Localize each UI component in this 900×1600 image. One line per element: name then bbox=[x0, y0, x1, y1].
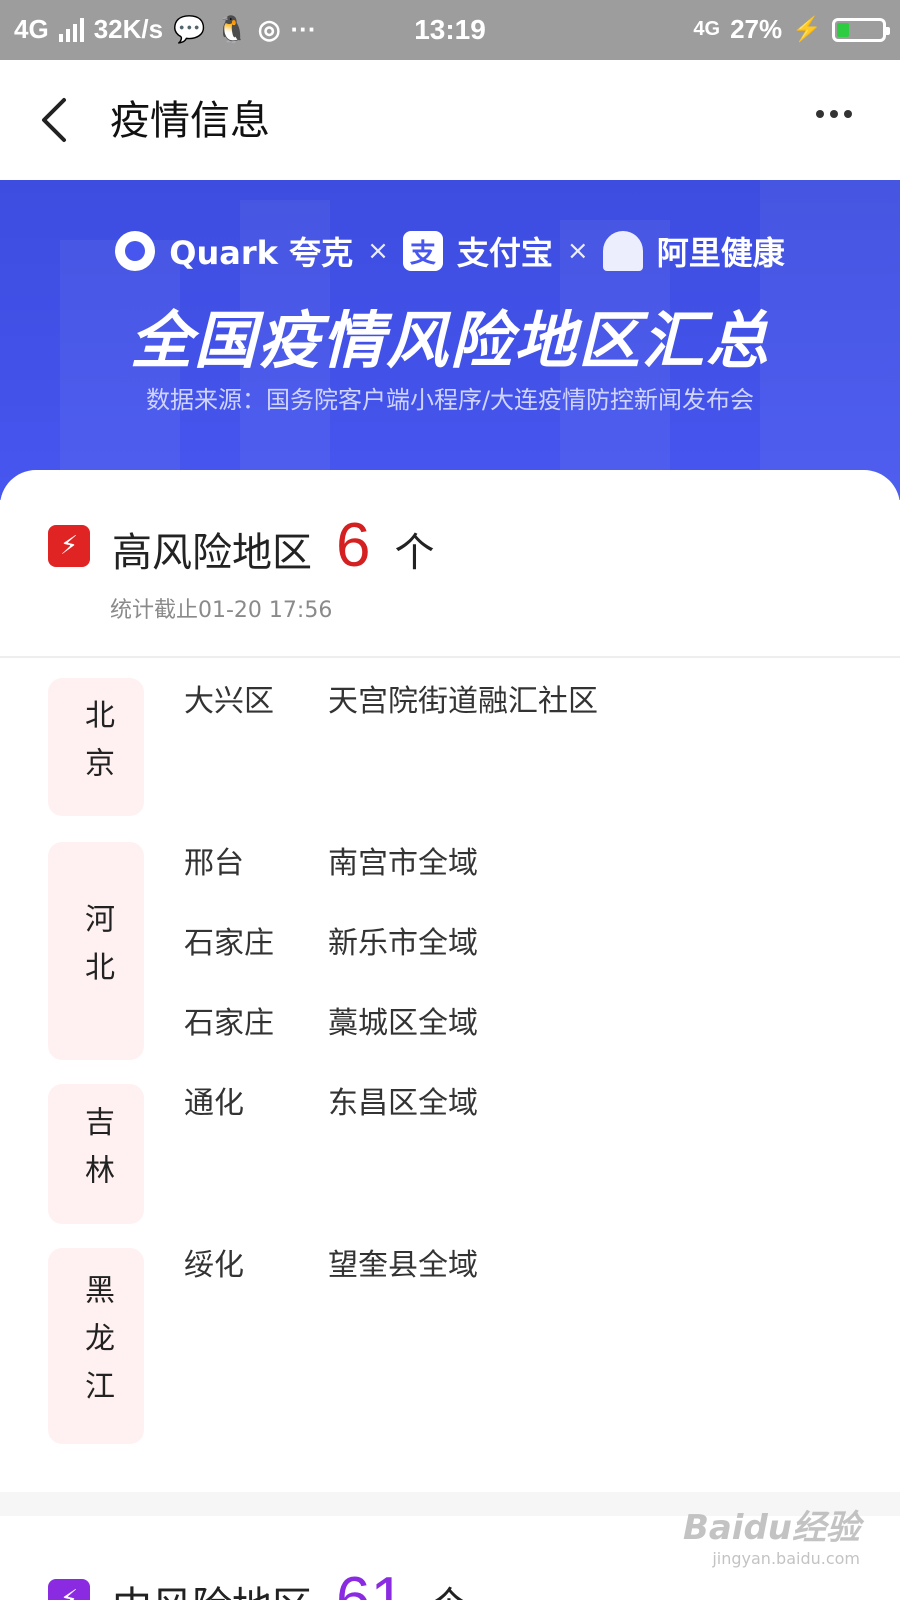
area-name: 东昌区全域 bbox=[328, 1086, 478, 1121]
banner-title: 全国疫情风险地区汇总 bbox=[129, 304, 770, 377]
ali-health-logo-icon bbox=[602, 231, 643, 271]
medium-risk-label: 中风险地区 bbox=[112, 1574, 312, 1600]
city-name: 通化 bbox=[184, 1086, 244, 1121]
city-name: 石家庄 bbox=[184, 926, 274, 961]
medium-risk-unit: 个 bbox=[429, 1574, 469, 1600]
area-name: 藁城区全域 bbox=[328, 1006, 478, 1041]
medium-risk-header: ⚡ 中风险地区 61 个 bbox=[48, 1564, 469, 1600]
more-dot-icon bbox=[830, 110, 838, 118]
city-name: 邢台 bbox=[184, 846, 244, 881]
province-name: 黑龙江 bbox=[79, 1274, 114, 1418]
times-separator: × bbox=[367, 236, 389, 266]
high-risk-header: ⚡ 高风险地区 6 个 bbox=[48, 510, 434, 581]
quark-logo-icon bbox=[115, 231, 156, 271]
update-time: 统计截止01-20 17:56 bbox=[110, 598, 333, 623]
banner: Quark 夸克 × 支 支付宝 × 阿里健康 全国疫情风险地区汇总 数据来源：… bbox=[0, 180, 900, 500]
city-name: 绥化 bbox=[184, 1248, 244, 1283]
province-name: 吉林 bbox=[79, 1106, 114, 1202]
province-tag: 河北 bbox=[48, 842, 144, 1060]
high-risk-unit: 个 bbox=[394, 530, 435, 576]
charging-icon: ⚡ bbox=[792, 16, 822, 43]
alipay-logo-icon: 支 bbox=[402, 231, 443, 271]
partner-logos: Quark 夸克 × 支 支付宝 × 阿里健康 bbox=[0, 228, 900, 274]
watermark: Baidu经验 jingyan.baidu.com bbox=[683, 1500, 860, 1568]
high-risk-label: 高风险地区 bbox=[112, 530, 312, 576]
city-name: 石家庄 bbox=[184, 1006, 274, 1041]
province-tag: 北京 bbox=[48, 678, 144, 816]
network-right-label: 4G bbox=[693, 18, 721, 40]
area-name: 望奎县全域 bbox=[328, 1248, 478, 1283]
lightning-icon: ⚡ bbox=[48, 1578, 90, 1600]
more-dot-icon bbox=[844, 110, 852, 118]
times-separator: × bbox=[566, 236, 589, 266]
status-bar: 4G 32K/s 💬 🐧 ◎ ··· 13:19 4G 27% ⚡ bbox=[0, 0, 900, 60]
battery-percent: 27% bbox=[730, 14, 783, 44]
more-options-button[interactable] bbox=[816, 110, 852, 118]
battery-icon bbox=[832, 17, 890, 42]
province-name: 河北 bbox=[79, 903, 114, 999]
back-button[interactable] bbox=[36, 96, 76, 144]
city-name: 大兴区 bbox=[184, 684, 274, 719]
medium-risk-count: 61 bbox=[336, 1565, 405, 1600]
divider bbox=[0, 656, 900, 658]
ali-health-brand: 阿里健康 bbox=[656, 234, 785, 272]
area-name: 南宫市全域 bbox=[328, 846, 478, 881]
area-name: 新乐市全域 bbox=[328, 926, 478, 961]
high-risk-card: ⚡ 高风险地区 6 个 统计截止01-20 17:56 北京 大兴区 天宫院街道… bbox=[0, 470, 900, 1490]
page-title: 疫情信息 bbox=[110, 98, 270, 144]
watermark-brand: Baidu经验 bbox=[682, 1508, 860, 1548]
area-name: 天宫院街道融汇社区 bbox=[328, 684, 598, 719]
alipay-brand: 支付宝 bbox=[456, 234, 553, 272]
back-arrow-icon bbox=[42, 98, 66, 142]
battery-fill bbox=[837, 22, 849, 37]
watermark-url: jingyan.baidu.com bbox=[712, 1549, 860, 1568]
high-risk-count: 6 bbox=[336, 511, 371, 580]
province-name: 北京 bbox=[79, 699, 114, 795]
more-dot-icon bbox=[816, 110, 824, 118]
quark-brand: Quark 夸克 bbox=[169, 234, 354, 272]
lightning-icon: ⚡ bbox=[48, 524, 90, 567]
province-tag: 黑龙江 bbox=[48, 1248, 144, 1444]
title-bar: 疫情信息 bbox=[0, 60, 900, 180]
banner-source: 数据来源：国务院客户端小程序/大连疫情防控新闻发布会 bbox=[145, 386, 755, 414]
province-tag: 吉林 bbox=[48, 1084, 144, 1224]
